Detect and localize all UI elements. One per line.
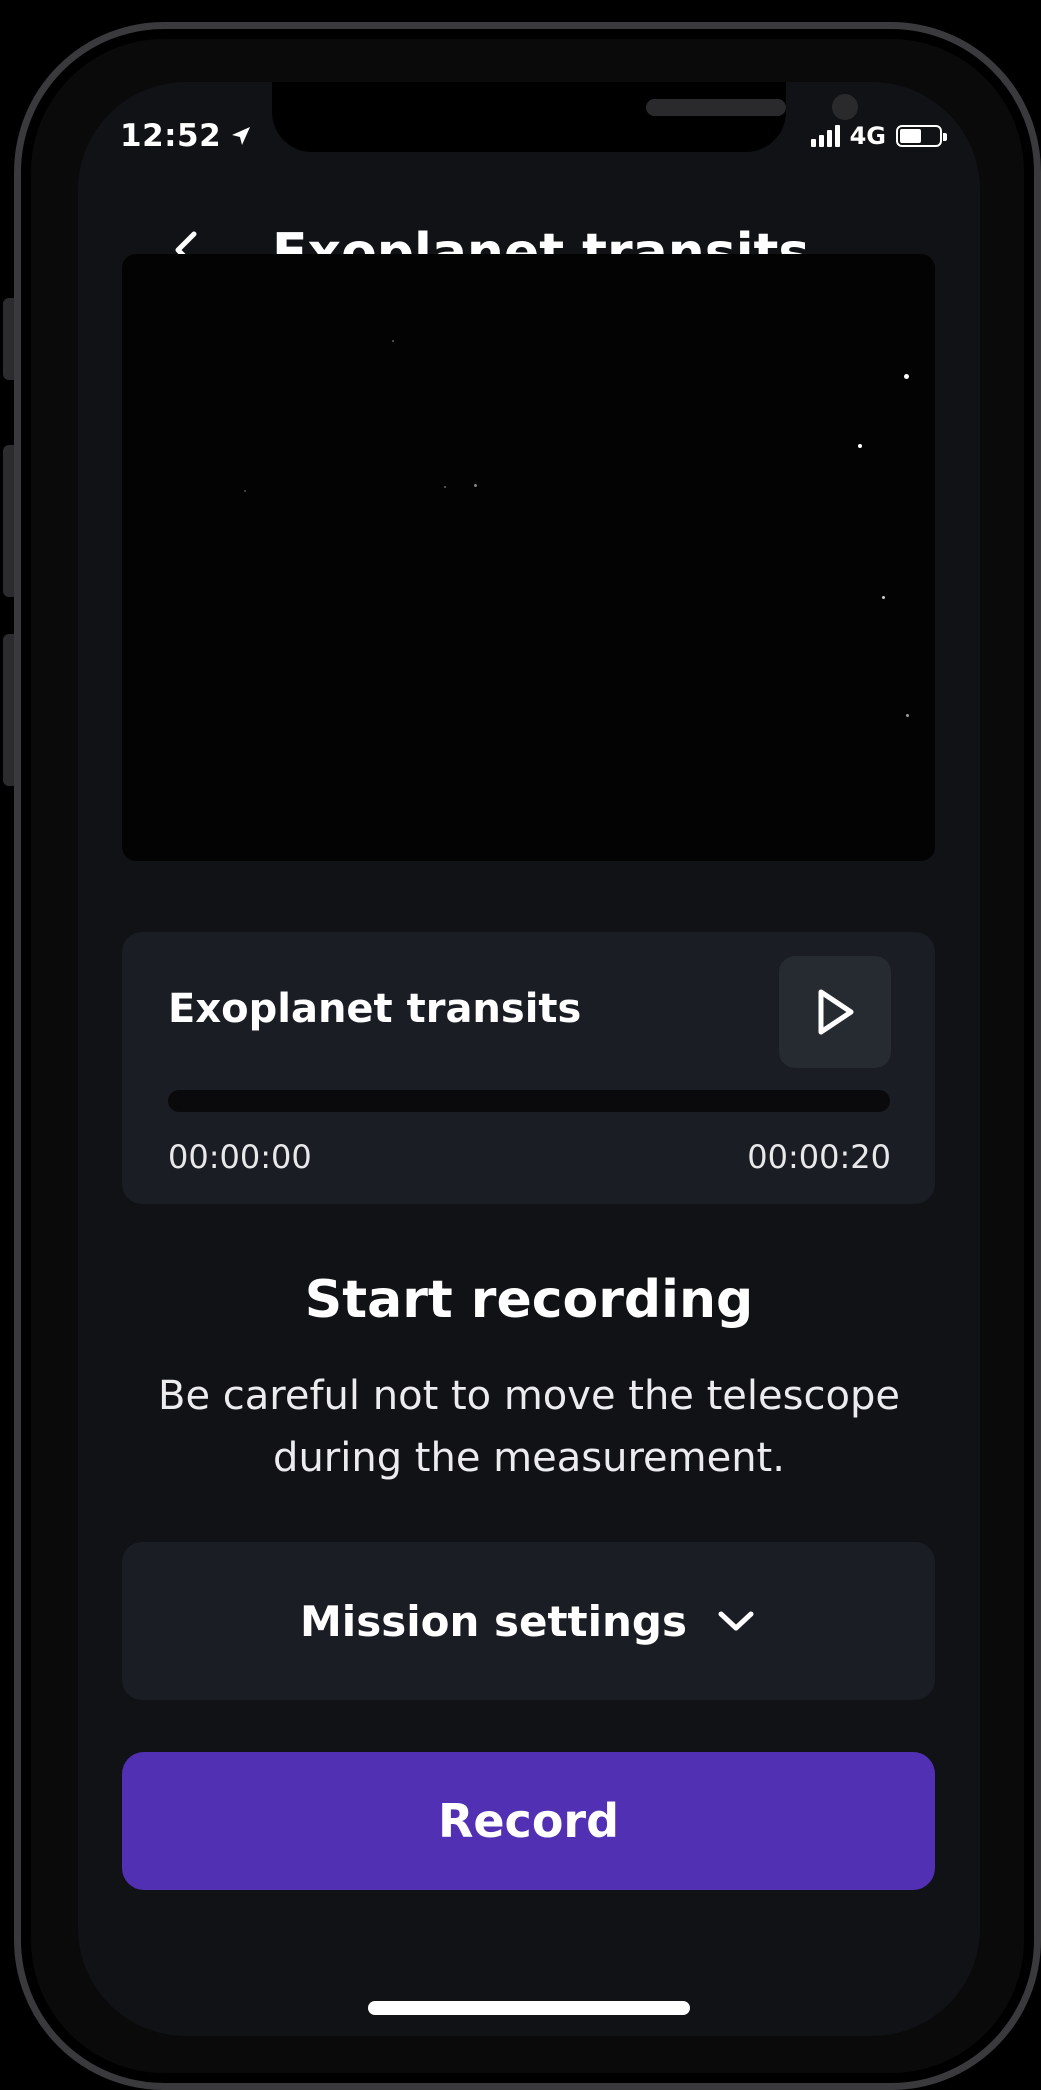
record-button[interactable]: Record (122, 1752, 935, 1890)
mission-settings-label: Mission settings (300, 1596, 687, 1646)
chevron-down-icon (718, 1611, 754, 1631)
instructions-description: Be careful not to move the telescope dur… (158, 1373, 900, 1481)
telescope-preview (122, 254, 935, 861)
status-indicators: 4G (810, 122, 947, 150)
status-time: 12:52 (120, 118, 253, 154)
star (392, 340, 394, 342)
network-type: 4G (849, 122, 886, 150)
home-indicator[interactable] (368, 2001, 690, 2015)
recording-player: Exoplanet transits 00:00:00 00:00:20 (122, 932, 935, 1204)
speaker-grille (646, 99, 786, 116)
total-time: 00:00:20 (747, 1138, 891, 1176)
current-time: 00:00:00 (168, 1138, 312, 1176)
location-arrow-icon (232, 127, 251, 145)
battery-icon (896, 125, 947, 147)
play-button[interactable] (779, 956, 891, 1068)
front-camera (832, 94, 858, 120)
player-title: Exoplanet transits (168, 986, 582, 1032)
play-icon (818, 989, 854, 1035)
star (904, 374, 909, 379)
app-screen: 12:52 4G Exoplanet transits Exoplanet tr… (78, 82, 980, 2036)
star (244, 490, 246, 492)
star (474, 484, 477, 487)
star (882, 596, 885, 599)
mission-settings-button[interactable]: Mission settings (122, 1542, 935, 1700)
star (444, 486, 446, 488)
notch (272, 82, 858, 152)
cellular-signal-icon (810, 125, 840, 147)
playback-progress-bar[interactable] (168, 1090, 890, 1112)
record-button-label: Record (437, 1794, 620, 1848)
battery-level (900, 129, 921, 143)
instructions-title: Start recording (304, 1270, 754, 1330)
star (858, 444, 862, 448)
star (906, 714, 909, 717)
status-time-text: 12:52 (120, 118, 222, 154)
